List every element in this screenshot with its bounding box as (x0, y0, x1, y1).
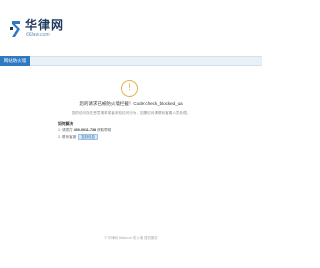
step-contact-prefix: 2. 联系客服 (58, 135, 77, 139)
logo-domain: 66law.com (26, 32, 50, 38)
nav-bar (0, 56, 262, 66)
block-description: 您的访问存在恶意请求或者未知访问行为，如需访问请联系客服人员处理。 (71, 111, 191, 115)
tab-firewall[interactable]: 网站防火墙 (0, 56, 30, 66)
footer: © 华律网 66law.cn 防火墙 提供服务 (104, 236, 158, 240)
step-call-prefix: 1. 请拨打 (58, 128, 73, 132)
header: 华律网 66law.com (0, 0, 262, 56)
support-phone: 400-0011-738 (73, 128, 96, 132)
step-call: 1. 请拨打 400-0011-738 获取帮助 (58, 128, 111, 133)
copy-info-button[interactable]: 复制信息 (78, 134, 98, 140)
step-call-suffix: 获取帮助 (96, 128, 112, 132)
warning-icon: ! (121, 80, 138, 97)
logo-name: 华律网 (25, 18, 65, 32)
logo-mark-icon (10, 21, 20, 37)
step-contact: 2. 联系客服 复制信息 (58, 134, 98, 140)
site-logo[interactable]: 华律网 66law.com (9, 18, 89, 48)
page-title: 您的请求已被防火墙拦截！Code:check_blocked_ua (79, 101, 183, 106)
solve-heading: 如何解决 (58, 122, 74, 126)
